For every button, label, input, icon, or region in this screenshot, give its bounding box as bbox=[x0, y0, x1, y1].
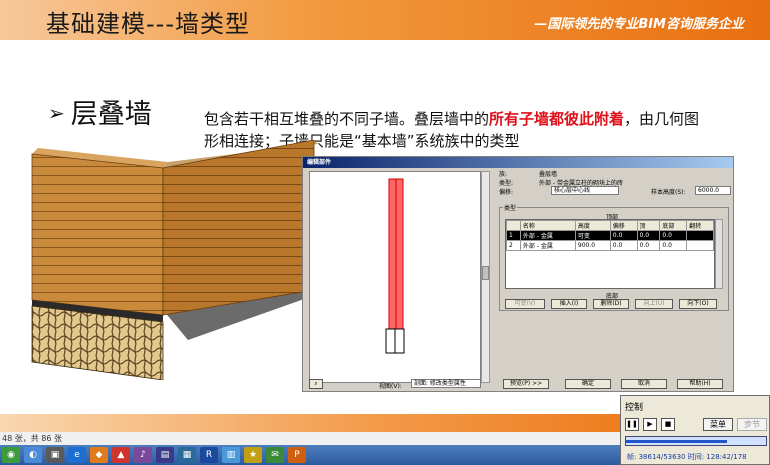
powerpoint-icon[interactable]: P bbox=[288, 447, 306, 463]
family-value: 叠层墙 bbox=[539, 171, 558, 178]
table-row[interactable]: 1 外部 - 金属 可变 0.0 0.0 0.0 bbox=[506, 230, 714, 241]
zoom-icon-button[interactable]: ⌕ bbox=[309, 379, 323, 389]
table-scrollbar[interactable] bbox=[715, 219, 723, 289]
app-icon[interactable]: ✉ bbox=[266, 447, 284, 463]
bullet-text: 层叠墙 bbox=[70, 99, 152, 130]
col-header: 偏移 bbox=[609, 220, 638, 231]
table-cell[interactable]: 2 bbox=[506, 240, 521, 251]
table-cell[interactable]: 0.0 bbox=[636, 230, 661, 241]
start-icon[interactable]: ◉ bbox=[2, 447, 20, 463]
app-icon[interactable]: ▦ bbox=[178, 447, 196, 463]
app-icon[interactable]: ▤ bbox=[156, 447, 174, 463]
view-select[interactable]: 剖面: 修改类型属性 bbox=[411, 379, 481, 388]
sample-height-input[interactable]: 6000.0 bbox=[695, 186, 731, 195]
wall-preview-pane bbox=[309, 171, 481, 383]
menu-button[interactable]: 菜单 bbox=[703, 418, 733, 431]
wall-plank-right bbox=[162, 140, 315, 316]
table-cell[interactable]: 0.0 bbox=[609, 230, 638, 241]
app-icon[interactable]: ▲ bbox=[112, 447, 130, 463]
preview-scrollbar[interactable] bbox=[481, 171, 490, 383]
wall-plank-left bbox=[31, 153, 164, 316]
control-panel: 控制 ❚❚ ▶ ■ 菜单 步节 帧: 38614/53630 时间: 128:4… bbox=[620, 395, 770, 465]
preview-scroll-thumb[interactable] bbox=[482, 266, 489, 280]
table-cell[interactable]: 1 bbox=[506, 230, 521, 241]
slide-counter: 48 张，共 86 张 bbox=[0, 432, 620, 445]
col-header: 翻转 bbox=[686, 220, 714, 231]
delete-button[interactable]: 删除(D) bbox=[593, 299, 629, 309]
desc-highlight: 所有子墙都彼此附着 bbox=[489, 110, 625, 128]
app-icon[interactable]: ▣ bbox=[46, 447, 64, 463]
step-button[interactable]: 步节 bbox=[737, 418, 767, 431]
offset-label: 偏移: bbox=[499, 189, 514, 196]
control-title: 控制 bbox=[625, 403, 644, 413]
view-label: 视图(V): bbox=[379, 383, 402, 390]
col-header bbox=[506, 220, 521, 231]
offset-select[interactable]: 核心层中心线 bbox=[551, 186, 619, 195]
types-group-label: 类型 bbox=[503, 203, 518, 212]
insert-button[interactable]: 插入(I) bbox=[551, 299, 587, 309]
table-cell[interactable]: 900.0 bbox=[574, 240, 611, 251]
move-up-button[interactable]: 向上(U) bbox=[635, 299, 673, 309]
app-icon[interactable]: ▥ bbox=[222, 447, 240, 463]
col-header: 高度 bbox=[574, 220, 611, 231]
playback-slider[interactable] bbox=[625, 436, 767, 446]
table-header-row: 名称 高度 偏移 顶 底部 翻转 bbox=[506, 220, 714, 231]
flip-checkbox[interactable] bbox=[686, 240, 714, 251]
taskbar: ◉ ◐ ▣ e ◆ ▲ ♪ ▤ ▦ R ▥ ★ ✉ P bbox=[0, 445, 620, 465]
revit-icon[interactable]: R bbox=[200, 447, 218, 463]
app-icon[interactable]: ◐ bbox=[24, 447, 42, 463]
slide-footer-bar bbox=[0, 414, 620, 432]
company-slogan: —国际领先的专业BIM咨询服务企业 bbox=[534, 17, 744, 32]
app-icon[interactable]: e bbox=[68, 447, 86, 463]
move-down-button[interactable]: 向下(O) bbox=[679, 299, 717, 309]
table-cell[interactable]: 可变 bbox=[574, 230, 611, 241]
help-button[interactable]: 帮助(H) bbox=[677, 379, 723, 389]
preview-button[interactable]: 预览(P) >> bbox=[503, 379, 549, 389]
pause-icon-button[interactable]: ❚❚ bbox=[625, 418, 639, 431]
edit-assembly-dialog: 编辑部件 族: 叠层墙 类型: 外部 - 带金属立柱的砌块上的砖 偏移: 核心层… bbox=[302, 156, 734, 392]
layers-table: 名称 高度 偏移 顶 底部 翻转 1 外部 - 金属 可变 0.0 0.0 0.… bbox=[505, 219, 715, 289]
col-header: 顶 bbox=[636, 220, 661, 231]
ok-button[interactable]: 确定 bbox=[565, 379, 611, 389]
table-cell[interactable]: 外部 - 金属 bbox=[519, 230, 576, 241]
type-label: 类型: bbox=[499, 180, 514, 187]
family-label: 族: bbox=[499, 171, 508, 178]
table-row[interactable]: 2 外部 - 金属 900.0 0.0 0.0 0.0 bbox=[506, 240, 714, 251]
variable-button[interactable]: 可变(V) bbox=[505, 299, 545, 309]
desc-part-1: 包含若干相互堆叠的不同子墙。叠层墙中的 bbox=[204, 110, 490, 128]
slide-title: 基础建模---墙类型 bbox=[46, 10, 250, 38]
preview-drawing bbox=[385, 178, 405, 354]
app-icon[interactable]: ♪ bbox=[134, 447, 152, 463]
col-header: 名称 bbox=[519, 220, 576, 231]
playback-progress bbox=[626, 440, 727, 443]
bullet-heading: ➢ 层叠墙 bbox=[48, 92, 152, 131]
presentation-screen: 基础建模---墙类型 —国际领先的专业BIM咨询服务企业 ➢ 层叠墙 包含若干相互… bbox=[0, 0, 770, 465]
bullet-arrow-icon: ➢ bbox=[48, 101, 65, 125]
cancel-button[interactable]: 取消 bbox=[621, 379, 667, 389]
table-cell[interactable]: 0.0 bbox=[659, 230, 688, 241]
col-header: 底部 bbox=[659, 220, 688, 231]
flip-checkbox[interactable] bbox=[686, 230, 714, 241]
table-cell[interactable]: 外部 - 金属 bbox=[519, 240, 576, 251]
stop-icon-button[interactable]: ■ bbox=[661, 418, 675, 431]
app-icon[interactable]: ◆ bbox=[90, 447, 108, 463]
table-cell[interactable]: 0.0 bbox=[609, 240, 638, 251]
play-icon-button[interactable]: ▶ bbox=[643, 418, 657, 431]
app-icon[interactable]: ★ bbox=[244, 447, 262, 463]
sample-height-label: 样本高度(S): bbox=[651, 189, 686, 196]
table-cell[interactable]: 0.0 bbox=[659, 240, 688, 251]
frame-time-readout: 帧: 38614/53630 时间: 128:42/178 bbox=[627, 453, 747, 461]
table-cell[interactable]: 0.0 bbox=[636, 240, 661, 251]
dialog-title: 编辑部件 bbox=[303, 157, 733, 168]
